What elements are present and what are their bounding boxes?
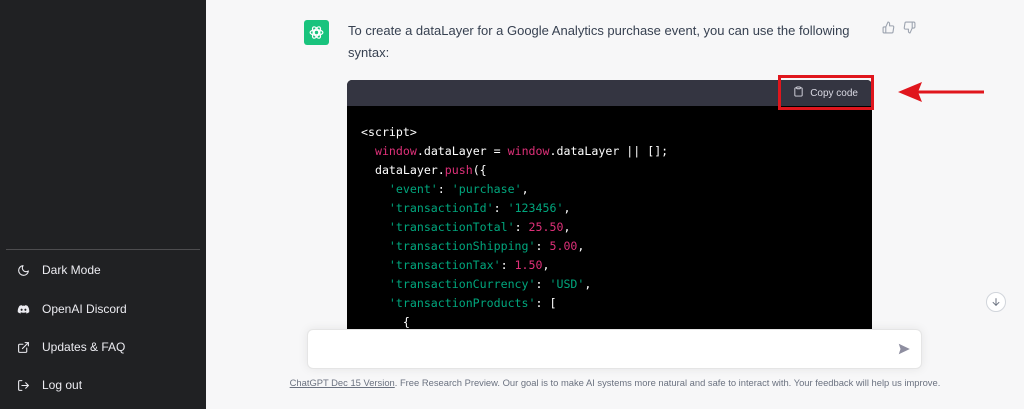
code-content: <script> window.dataLayer = window.dataL… [347,106,872,330]
arrow-down-icon [992,298,1000,306]
code-line: <script> [361,125,417,139]
code-line: 'transactionId': '123456', [388,201,571,215]
logout-icon [14,376,32,394]
code-line: 'transactionTotal': 25.50, [388,220,571,234]
code-line: 'transactionCurrency': 'USD', [388,277,592,291]
sidebar-divider [6,249,200,250]
code-block: Copy code <script> window.dataLayer = wi… [347,80,872,330]
thumbs-down-icon[interactable] [903,21,916,39]
footer-text: . Free Research Preview. Our goal is to … [394,377,941,388]
assistant-message-row: To create a dataLayer for a Google Analy… [206,0,1024,330]
prompt-input[interactable] [320,330,880,368]
sidebar-item-updates-faq[interactable]: Updates & FAQ [6,330,200,364]
openai-logo-icon [309,26,324,39]
chatgpt-avatar [304,20,329,45]
code-line: 'transactionProducts': [ [388,296,557,310]
annotation-highlight-box [778,75,874,110]
chat-main: To create a dataLayer for a Google Analy… [206,0,1024,409]
code-line: 'event': 'purchase', [388,182,529,196]
feedback-buttons [882,21,916,39]
prompt-box [307,329,922,369]
send-button[interactable] [897,342,911,356]
scroll-to-bottom-button[interactable] [986,292,1006,312]
sidebar-item-label: OpenAI Discord [42,302,127,316]
sidebar-item-label: Log out [42,378,83,392]
assistant-message-text: To create a dataLayer for a Google Analy… [348,23,850,60]
code-line: 'transactionTax': 1.50, [388,258,550,272]
sidebar-item-openai-discord[interactable]: OpenAI Discord [6,292,200,326]
code-line: 'transactionShipping': 5.00, [388,239,585,253]
code-line: window.dataLayer = window.dataLayer || [… [374,144,669,158]
thumbs-up-icon[interactable] [882,21,895,39]
external-link-icon [14,338,32,356]
sidebar-item-label: Dark Mode [42,263,101,277]
sidebar: Dark Mode OpenAI Discord Updates & FAQ L… [0,0,206,409]
version-link[interactable]: ChatGPT Dec 15 Version [290,377,395,388]
moon-icon [14,261,32,279]
annotation-arrow-icon [898,82,984,102]
code-line: { [361,315,410,329]
sidebar-item-label: Updates & FAQ [42,340,126,354]
footer-disclaimer: ChatGPT Dec 15 Version. Free Research Pr… [206,377,1024,388]
discord-icon [14,300,32,318]
sidebar-item-log-out[interactable]: Log out [6,368,200,402]
code-line: dataLayer.push({ [361,163,487,177]
send-icon [898,343,910,355]
sidebar-item-dark-mode[interactable]: Dark Mode [6,253,200,287]
